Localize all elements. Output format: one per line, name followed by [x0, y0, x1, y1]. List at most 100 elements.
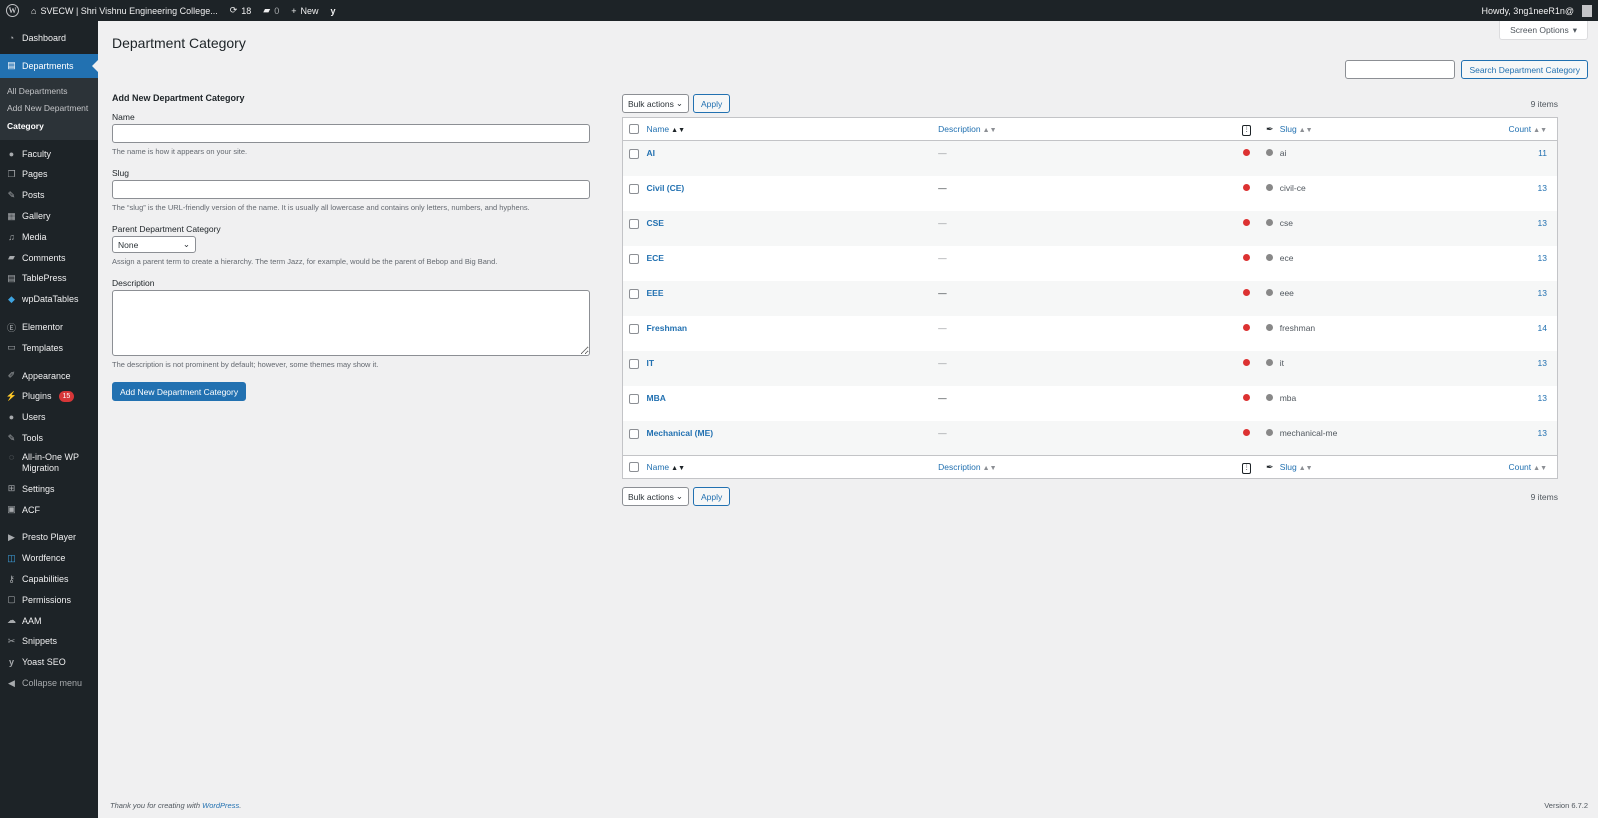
term-count-link[interactable]: 13 [1538, 428, 1547, 438]
sidebar-item-label: Appearance [22, 370, 71, 381]
column-name-header[interactable]: Name ▲▼ [646, 118, 938, 141]
submenu-category[interactable]: Category [0, 118, 98, 136]
sidebar-item-templates[interactable]: ▭ Templates [0, 337, 98, 358]
sidebar-item-plugins[interactable]: ⚡ Plugins 15 [0, 386, 98, 407]
column-slug-header[interactable]: Slug ▲▼ [1280, 118, 1500, 141]
sidebar-item-all-in-one-wp-migration[interactable]: ◌ All-in-One WP Migration [0, 448, 98, 478]
updates-icon: ⟳ [229, 5, 238, 15]
column-count-footer[interactable]: Count ▲▼ [1499, 456, 1557, 479]
submenu-all-departments[interactable]: All Departments [0, 83, 98, 101]
sidebar-item-aam[interactable]: ☁ AAM [0, 610, 98, 631]
sidebar-item-acf[interactable]: ▣ ACF [0, 499, 98, 520]
term-description: — [938, 217, 947, 228]
select-all-checkbox-bottom[interactable] [629, 462, 639, 473]
sidebar-item-media[interactable]: ♫ Media [0, 226, 98, 247]
term-name-link[interactable]: ECE [646, 253, 663, 263]
term-name-link[interactable]: CSE [646, 218, 663, 228]
row-checkbox[interactable] [629, 288, 639, 299]
collapse-menu-button[interactable]: ◀ Collapse menu [0, 673, 98, 694]
sidebar-item-elementor[interactable]: Ⓔ Elementor [0, 317, 98, 338]
row-checkbox[interactable] [629, 253, 639, 264]
my-account-menu[interactable]: Howdy, 3ng1neeR1n@ [1475, 0, 1598, 21]
sidebar-item-settings[interactable]: ⊞ Settings [0, 478, 98, 499]
select-all-checkbox[interactable] [629, 124, 639, 135]
wp-logo-menu[interactable]: W [0, 0, 25, 21]
column-description-header[interactable]: Description ▲▼ [938, 118, 1234, 141]
term-count-link[interactable]: 14 [1538, 323, 1547, 333]
column-name-footer[interactable]: Name ▲▼ [646, 456, 938, 479]
bulk-actions-select-bottom[interactable]: Bulk actions ⌄ [622, 487, 689, 506]
term-name-link[interactable]: Civil (CE) [646, 183, 684, 193]
sidebar-item-dashboard[interactable]: ◔ Dashboard [0, 28, 98, 49]
term-name-link[interactable]: Mechanical (ME) [646, 428, 713, 438]
sidebar-item-yoast-seo[interactable]: y Yoast SEO [0, 652, 98, 673]
sidebar-item-posts[interactable]: ✎ Posts [0, 185, 98, 206]
sidebar-item-comments[interactable]: ▰ Comments [0, 247, 98, 268]
tablenav-top: Bulk actions ⌄ Apply 9 items [622, 93, 1558, 114]
sidebar-item-users[interactable]: ● Users [0, 407, 98, 428]
description-textarea[interactable] [112, 290, 590, 356]
search-button[interactable]: Search Department Category [1461, 60, 1588, 79]
column-readability-footer: ✒ [1260, 456, 1280, 479]
sidebar-item-label: Permissions [22, 594, 72, 605]
search-input[interactable] [1345, 60, 1456, 79]
screen-options-button[interactable]: Screen Options ▾ [1499, 21, 1588, 40]
term-name-link[interactable]: Freshman [646, 323, 687, 333]
column-count-header[interactable]: Count ▲▼ [1499, 118, 1557, 141]
slug-input[interactable] [112, 180, 590, 199]
term-name-link[interactable]: IT [646, 358, 654, 368]
row-checkbox[interactable] [629, 149, 639, 159]
row-checkbox[interactable] [629, 393, 639, 404]
sidebar-item-departments[interactable]: ▤ Departments [0, 53, 98, 78]
apply-button-bottom[interactable]: Apply [693, 487, 731, 506]
term-count-link[interactable]: 13 [1538, 183, 1547, 193]
sidebar-item-wordfence[interactable]: ◫ Wordfence [0, 548, 98, 569]
term-count-link[interactable]: 13 [1538, 218, 1547, 228]
site-name-link[interactable]: ⌂ SVECW | Shri Vishnu Engineering Colleg… [25, 0, 224, 21]
term-name-link[interactable]: AI [646, 148, 655, 158]
column-description-footer[interactable]: Description ▲▼ [938, 456, 1234, 479]
sidebar-item-tablepress[interactable]: ▤ TablePress [0, 268, 98, 289]
column-slug-footer[interactable]: Slug ▲▼ [1280, 456, 1500, 479]
comments-link[interactable]: ▰ 0 [257, 0, 285, 21]
term-count-link[interactable]: 11 [1538, 148, 1547, 158]
sidebar-item-capabilities[interactable]: ⚷ Capabilities [0, 569, 98, 590]
sidebar-item-pages[interactable]: ❐ Pages [0, 164, 98, 185]
yoast-adminbar-menu[interactable]: y [324, 0, 341, 21]
apply-button[interactable]: Apply [693, 94, 731, 113]
add-new-category-button[interactable]: Add New Department Category [112, 382, 247, 401]
sidebar-item-snippets[interactable]: ✂ Snippets [0, 631, 98, 652]
row-checkbox[interactable] [629, 428, 639, 439]
term-description: — [938, 182, 947, 193]
sidebar-item-faculty[interactable]: ● Faculty [0, 143, 98, 164]
sidebar-item-permissions[interactable]: ▢ Permissions [0, 589, 98, 610]
term-count-link[interactable]: 13 [1538, 393, 1547, 403]
term-description: — [938, 322, 947, 333]
row-checkbox[interactable] [629, 323, 639, 334]
term-count-link[interactable]: 13 [1538, 358, 1547, 368]
wordpress-link[interactable]: WordPress [202, 801, 239, 810]
sidebar-item-wpdatatables[interactable]: ◆ wpDataTables [0, 289, 98, 310]
row-checkbox[interactable] [629, 218, 639, 229]
term-name-link[interactable]: EEE [646, 288, 663, 298]
sidebar-item-gallery[interactable]: ▦ Gallery [0, 206, 98, 227]
row-checkbox[interactable] [629, 183, 639, 194]
row-checkbox[interactable] [629, 358, 639, 369]
sidebar-item-tools[interactable]: ✎ Tools [0, 428, 98, 449]
parent-select[interactable]: None ⌄ [112, 236, 196, 253]
seo-score-icon: ⋮ [1242, 124, 1252, 136]
term-name-link[interactable]: MBA [646, 393, 665, 403]
column-seo-header: ⋮ [1234, 118, 1260, 141]
sidebar-item-appearance[interactable]: ✐ Appearance [0, 365, 98, 386]
term-count-link[interactable]: 13 [1538, 288, 1547, 298]
term-description: — [938, 287, 947, 298]
sidebar-item-presto-player[interactable]: ▶ Presto Player [0, 527, 98, 548]
updates-link[interactable]: ⟳ 18 [224, 0, 258, 21]
new-content-menu[interactable]: + New [285, 0, 324, 21]
bulk-actions-select[interactable]: Bulk actions ⌄ [622, 94, 689, 113]
term-count-link[interactable]: 13 [1538, 253, 1547, 263]
submenu-add-new-department[interactable]: Add New Department [0, 100, 98, 118]
name-input[interactable] [112, 124, 590, 143]
lock-icon: ▢ [7, 594, 16, 605]
term-slug: it [1279, 357, 1284, 368]
